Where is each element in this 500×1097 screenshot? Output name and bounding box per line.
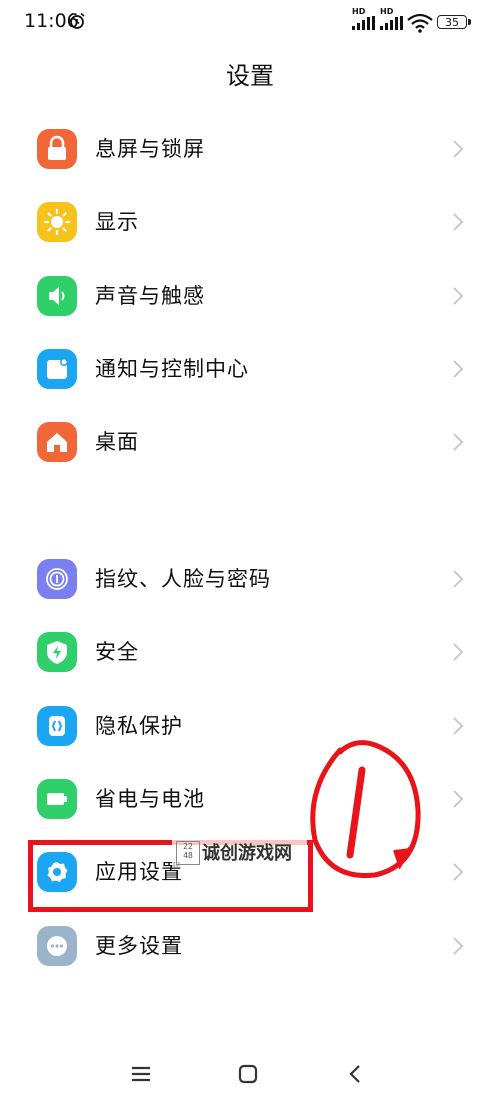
back-icon[interactable] <box>341 1062 371 1086</box>
fingerprint-icon <box>37 559 77 599</box>
signal-icon-1: HD <box>352 7 378 32</box>
signal-2-hd-label: HD <box>380 7 394 16</box>
settings-item-more[interactable]: 更多设置 <box>0 910 500 982</box>
chevron-right-icon <box>453 790 464 808</box>
settings-item-label: 指纹、人脸与密码 <box>95 567 271 591</box>
settings-item-fingerprint[interactable]: 指纹、人脸与密码 <box>0 543 500 615</box>
annotation-mark-text: 1 <box>300 730 301 731</box>
chevron-right-icon <box>453 433 464 451</box>
chevron-right-icon <box>453 937 464 955</box>
status-bar: 11:06 HD HD 35 <box>0 0 500 46</box>
speaker-icon <box>37 276 77 316</box>
settings-item-lock-screen[interactable]: 息屏与锁屏 <box>0 113 500 185</box>
sun-icon <box>37 202 77 242</box>
chevron-right-icon <box>453 863 464 881</box>
settings-item-label: 更多设置 <box>95 934 183 958</box>
settings-item-display[interactable]: 显示 <box>0 186 500 258</box>
signal-1-hd-label: HD <box>352 7 366 16</box>
watermark: 22 48 诚创游戏网 <box>172 836 307 866</box>
chevron-right-icon <box>453 360 464 378</box>
settings-item-sound[interactable]: 声音与触感 <box>0 260 500 332</box>
navigation-bar <box>0 1050 500 1097</box>
settings-item-label: 省电与电池 <box>95 787 205 811</box>
settings-item-label: 隐私保护 <box>95 714 183 738</box>
chevron-right-icon <box>453 213 464 231</box>
chevron-right-icon <box>453 643 464 661</box>
annotation-number-mark: 1 <box>300 730 421 879</box>
chevron-right-icon <box>453 717 464 735</box>
alarm-icon <box>69 12 85 29</box>
watermark-text: 诚创游戏网 <box>202 843 292 864</box>
privacy-icon <box>37 706 77 746</box>
signal-icon-2: HD <box>380 7 406 32</box>
chevron-right-icon <box>453 287 464 305</box>
wifi-icon <box>407 13 433 33</box>
chevron-right-icon <box>453 140 464 158</box>
page-title: 设置 <box>226 62 274 90</box>
lock-icon <box>37 129 77 169</box>
watermark-logo: 22 48 <box>176 841 200 865</box>
menu-icon[interactable] <box>126 1062 156 1086</box>
home-square-icon[interactable] <box>233 1062 263 1086</box>
battery-tip <box>468 19 471 25</box>
settings-item-label: 安全 <box>95 640 139 664</box>
battery-icon: 35 <box>437 15 467 29</box>
settings-item-label: 显示 <box>95 210 139 234</box>
settings-item-label: 声音与触感 <box>95 284 205 308</box>
battery-icon <box>37 779 77 819</box>
settings-item-label: 桌面 <box>95 430 139 454</box>
home-icon <box>37 422 77 462</box>
notification-icon <box>37 349 77 389</box>
more-icon <box>37 926 77 966</box>
settings-item-label: 通知与控制中心 <box>95 357 249 381</box>
shield-icon <box>37 632 77 672</box>
settings-item-security[interactable]: 安全 <box>0 616 500 688</box>
settings-item-label: 息屏与锁屏 <box>95 137 205 161</box>
settings-item-notifications[interactable]: 通知与控制中心 <box>0 333 500 405</box>
chevron-right-icon <box>453 570 464 588</box>
settings-item-desktop[interactable]: 桌面 <box>0 406 500 478</box>
